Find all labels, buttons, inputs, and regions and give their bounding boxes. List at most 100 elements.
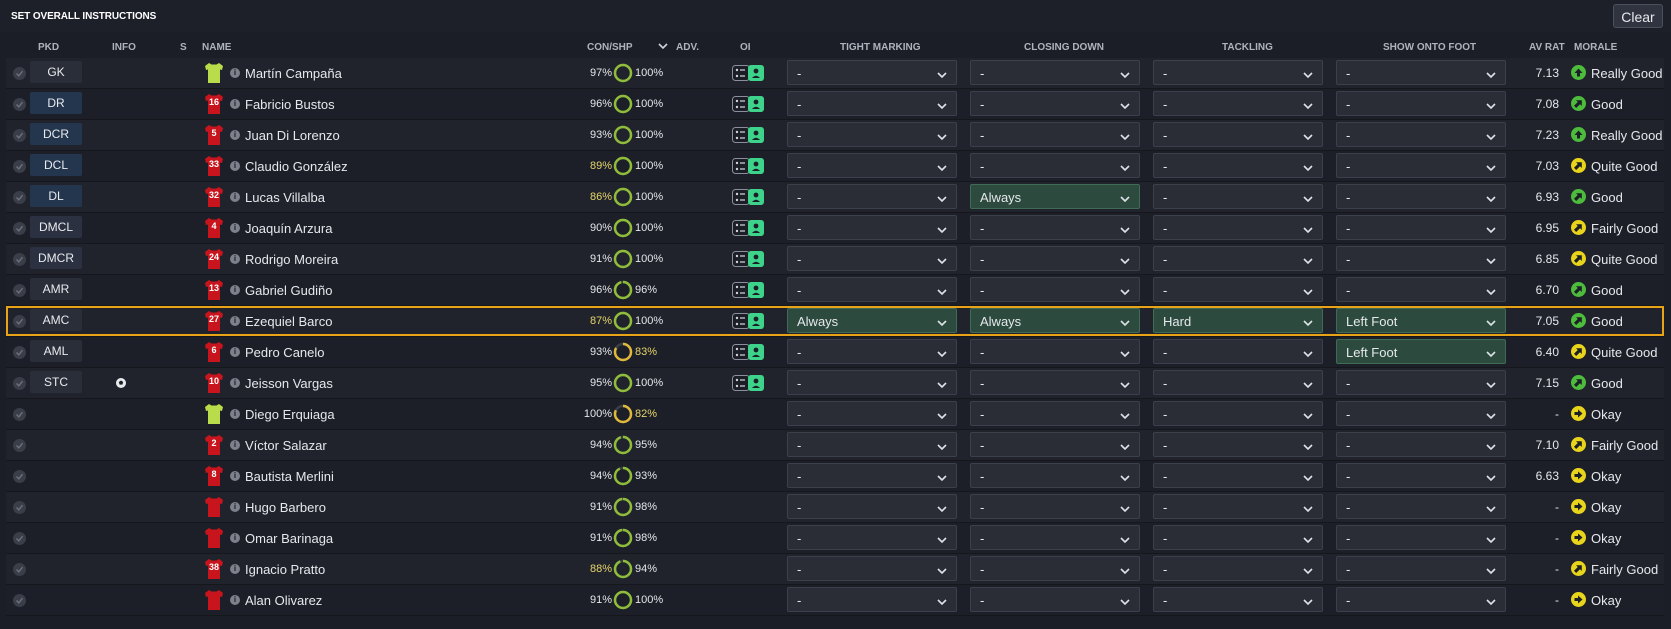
player-name[interactable]: Martín Campaña — [245, 66, 342, 81]
tackling-dropdown[interactable]: - — [1153, 525, 1323, 550]
player-row[interactable]: DR 16 i Fabricio Bustos 96% 100% - - - - 7.08 Good — [6, 89, 1664, 120]
position-badge[interactable]: AML — [30, 340, 82, 362]
info-icon[interactable]: i — [230, 502, 240, 512]
tackling-dropdown[interactable]: - — [1153, 432, 1323, 457]
player-name[interactable]: Jeisson Vargas — [245, 376, 333, 391]
show-onto-foot-dropdown[interactable]: - — [1336, 587, 1506, 612]
info-icon[interactable]: i — [230, 68, 240, 78]
player-row[interactable]: AMR 13 i Gabriel Gudiño 96% 96% - - - - 6.70 Good — [6, 275, 1664, 306]
show-onto-foot-dropdown[interactable]: - — [1336, 401, 1506, 426]
tackling-dropdown[interactable]: - — [1153, 463, 1323, 488]
check-icon[interactable] — [13, 67, 26, 80]
clear-button[interactable]: Clear — [1613, 4, 1663, 28]
show-onto-foot-dropdown[interactable]: - — [1336, 370, 1506, 395]
tight-marking-dropdown[interactable]: - — [787, 184, 957, 209]
tight-marking-dropdown[interactable]: - — [787, 246, 957, 271]
closing-down-dropdown[interactable]: - — [970, 494, 1140, 519]
player-name[interactable]: Bautista Merlini — [245, 469, 334, 484]
show-onto-foot-dropdown[interactable]: - — [1336, 432, 1506, 457]
column-header-av-rat[interactable]: AV RAT — [1529, 42, 1565, 53]
column-header-name[interactable]: NAME — [202, 42, 231, 53]
closing-down-dropdown[interactable]: Always — [970, 184, 1140, 209]
column-header-closing-down[interactable]: CLOSING DOWN — [1024, 42, 1104, 53]
tackling-dropdown[interactable]: - — [1153, 556, 1323, 581]
tackling-dropdown[interactable]: - — [1153, 91, 1323, 116]
column-header-show-onto-foot[interactable]: SHOW ONTO FOOT — [1383, 42, 1476, 53]
player-row[interactable]: DL 32 i Lucas Villalba 86% 100% - Always - - 6.93 G… — [6, 182, 1664, 213]
tight-marking-dropdown[interactable]: - — [787, 432, 957, 457]
player-name[interactable]: Joaquín Arzura — [245, 221, 332, 236]
player-name[interactable]: Alan Olivarez — [245, 593, 322, 608]
position-badge[interactable]: GK — [30, 61, 82, 83]
tight-marking-dropdown[interactable]: Always — [787, 308, 957, 333]
position-badge[interactable]: AMC — [30, 309, 82, 331]
opposition-instructions-icon[interactable] — [732, 251, 766, 267]
closing-down-dropdown[interactable]: - — [970, 339, 1140, 364]
opposition-instructions-icon[interactable] — [732, 344, 766, 360]
info-icon[interactable]: i — [230, 347, 240, 357]
tight-marking-dropdown[interactable]: - — [787, 494, 957, 519]
player-row[interactable]: i Diego Erquiaga 100% 82% - - - - - Okay — [6, 399, 1664, 430]
info-icon[interactable]: i — [230, 316, 240, 326]
show-onto-foot-dropdown[interactable]: - — [1336, 91, 1506, 116]
closing-down-dropdown[interactable]: - — [970, 432, 1140, 457]
info-icon[interactable]: i — [230, 564, 240, 574]
player-row[interactable]: i Alan Olivarez 91% 100% - - - - - Okay — [6, 585, 1664, 616]
info-icon[interactable]: i — [230, 192, 240, 202]
tackling-dropdown[interactable]: - — [1153, 401, 1323, 426]
tackling-dropdown[interactable]: - — [1153, 370, 1323, 395]
check-icon[interactable] — [13, 222, 26, 235]
player-row[interactable]: 2 i Víctor Salazar 94% 95% - - - - 7.10 Fairly Goo… — [6, 430, 1664, 461]
player-name[interactable]: Ezequiel Barco — [245, 314, 332, 329]
column-header-con-shp[interactable]: CON/SHP — [587, 42, 633, 53]
opposition-instructions-icon[interactable] — [732, 65, 766, 81]
column-header-adv[interactable]: ADV. — [676, 42, 699, 53]
player-row[interactable]: 8 i Bautista Merlini 94% 93% - - - - 6.63 Okay — [6, 461, 1664, 492]
info-icon[interactable]: i — [230, 254, 240, 264]
player-row[interactable]: GK i Martín Campaña 97% 100% - - - - 7.13 Really G… — [6, 58, 1664, 89]
closing-down-dropdown[interactable]: - — [970, 122, 1140, 147]
tackling-dropdown[interactable]: - — [1153, 246, 1323, 271]
info-icon[interactable]: i — [230, 595, 240, 605]
check-icon[interactable] — [13, 532, 26, 545]
show-onto-foot-dropdown[interactable]: - — [1336, 246, 1506, 271]
closing-down-dropdown[interactable]: - — [970, 60, 1140, 85]
player-name[interactable]: Fabricio Bustos — [245, 97, 335, 112]
opposition-instructions-icon[interactable] — [732, 158, 766, 174]
tackling-dropdown[interactable]: - — [1153, 587, 1323, 612]
player-name[interactable]: Rodrigo Moreira — [245, 252, 338, 267]
opposition-instructions-icon[interactable] — [732, 96, 766, 112]
player-name[interactable]: Pedro Canelo — [245, 345, 325, 360]
player-name[interactable]: Omar Barinaga — [245, 531, 333, 546]
tight-marking-dropdown[interactable]: - — [787, 153, 957, 178]
player-row[interactable]: STC 10 i Jeisson Vargas 95% 100% - - - - 7.15 Good — [6, 368, 1664, 399]
check-icon[interactable] — [13, 594, 26, 607]
column-header-tight-marking[interactable]: TIGHT MARKING — [840, 42, 921, 53]
closing-down-dropdown[interactable]: - — [970, 525, 1140, 550]
check-icon[interactable] — [13, 408, 26, 421]
check-icon[interactable] — [13, 377, 26, 390]
closing-down-dropdown[interactable]: Always — [970, 308, 1140, 333]
position-badge[interactable]: DR — [30, 92, 82, 114]
closing-down-dropdown[interactable]: - — [970, 153, 1140, 178]
closing-down-dropdown[interactable]: - — [970, 91, 1140, 116]
player-name[interactable]: Claudio González — [245, 159, 348, 174]
column-header-morale[interactable]: MORALE — [1574, 42, 1617, 53]
tackling-dropdown[interactable]: - — [1153, 494, 1323, 519]
check-icon[interactable] — [13, 191, 26, 204]
position-badge[interactable]: AMR — [30, 278, 82, 300]
show-onto-foot-dropdown[interactable]: - — [1336, 277, 1506, 302]
player-name[interactable]: Diego Erquiaga — [245, 407, 335, 422]
show-onto-foot-dropdown[interactable]: - — [1336, 153, 1506, 178]
player-name[interactable]: Gabriel Gudiño — [245, 283, 332, 298]
tight-marking-dropdown[interactable]: - — [787, 277, 957, 302]
tight-marking-dropdown[interactable]: - — [787, 370, 957, 395]
info-icon[interactable]: i — [230, 378, 240, 388]
closing-down-dropdown[interactable]: - — [970, 463, 1140, 488]
show-onto-foot-dropdown[interactable]: - — [1336, 494, 1506, 519]
column-header-tackling[interactable]: TACKLING — [1222, 42, 1273, 53]
tight-marking-dropdown[interactable]: - — [787, 339, 957, 364]
show-onto-foot-dropdown[interactable]: - — [1336, 60, 1506, 85]
player-name[interactable]: Víctor Salazar — [245, 438, 327, 453]
show-onto-foot-dropdown[interactable]: Left Foot — [1336, 339, 1506, 364]
